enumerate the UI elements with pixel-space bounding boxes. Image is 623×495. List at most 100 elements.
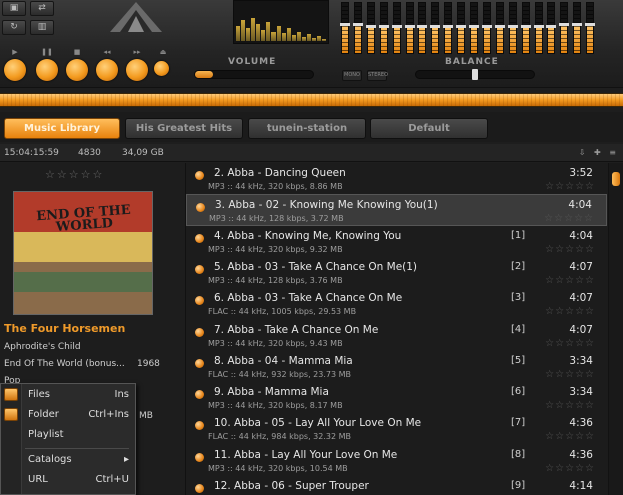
eq-band-slider[interactable] bbox=[443, 2, 454, 54]
eq-band-slider[interactable] bbox=[585, 2, 596, 54]
track-duration: 4:07 bbox=[569, 323, 593, 336]
track-duration: 4:36 bbox=[569, 448, 593, 461]
menu-item-label: URL bbox=[28, 474, 48, 485]
track-status-icon bbox=[195, 421, 204, 431]
track-index: [7] bbox=[511, 417, 526, 429]
track-duration: 4:04 bbox=[569, 229, 593, 242]
playlist-row[interactable]: 8. Abba - 04 - Mamma Mia FLAC :: 44 kHz, … bbox=[186, 351, 607, 382]
playlist-row[interactable]: 7. Abba - Take A Chance On Me MP3 :: 44 k… bbox=[186, 320, 607, 351]
track-rating[interactable]: ☆☆☆☆☆ bbox=[545, 431, 595, 442]
track-status-icon bbox=[195, 171, 204, 180]
tab-his-greatest-hits[interactable]: His Greatest Hits bbox=[125, 118, 243, 139]
artist-name: The Four Horsemen bbox=[4, 322, 126, 335]
tab-music-library[interactable]: Music Library bbox=[4, 118, 120, 139]
pause-button[interactable] bbox=[36, 59, 58, 81]
eq-band-slider[interactable] bbox=[456, 2, 467, 54]
track-duration: 3:34 bbox=[569, 354, 593, 367]
track-rating[interactable]: ☆☆☆☆☆ bbox=[544, 213, 594, 224]
open-button[interactable] bbox=[154, 61, 169, 76]
track-status-icon bbox=[195, 390, 204, 400]
eq-band-slider[interactable] bbox=[391, 2, 402, 54]
next-button[interactable] bbox=[126, 59, 148, 81]
playlist-tools-icon[interactable]: ⇩ ✚ ≡ bbox=[579, 144, 619, 162]
previous-button[interactable] bbox=[96, 59, 118, 81]
album-rating[interactable]: ☆☆☆☆☆ bbox=[45, 168, 104, 181]
playlist-scrollbar[interactable] bbox=[608, 163, 623, 495]
pause-glyph-icon: ❚❚ bbox=[41, 48, 53, 56]
play-button[interactable] bbox=[4, 59, 26, 81]
shuffle-icon[interactable]: ⇄ bbox=[30, 1, 54, 16]
menu-shortcut: Ctrl+Ins bbox=[88, 409, 129, 420]
playlist-row[interactable]: 6. Abba - 03 - Take A Chance On Me FLAC :… bbox=[186, 288, 607, 319]
track-rating[interactable]: ☆☆☆☆☆ bbox=[545, 275, 595, 286]
menu-item-folder[interactable]: Folder Ctrl+Ins bbox=[1, 405, 135, 425]
eq-band-slider[interactable] bbox=[520, 2, 531, 54]
eq-band-slider[interactable] bbox=[365, 2, 376, 54]
spectrum-analyzer bbox=[233, 0, 329, 44]
eq-band-slider[interactable] bbox=[378, 2, 389, 54]
track-meta: FLAC :: 44 kHz, 1005 kbps, 29.53 MB bbox=[208, 307, 357, 317]
balance-knob[interactable] bbox=[472, 69, 478, 80]
eq-band-slider[interactable] bbox=[559, 2, 570, 54]
eq-band-slider[interactable] bbox=[469, 2, 479, 54]
menu-item-catalogs[interactable]: Catalogs ▸ bbox=[1, 450, 135, 470]
menu-item-url[interactable]: URL Ctrl+U bbox=[1, 470, 135, 490]
eq-band-slider[interactable] bbox=[352, 2, 363, 54]
track-title: 3. Abba - 02 - Knowing Me Knowing You(1) bbox=[215, 199, 438, 212]
track-title: 7. Abba - Take A Chance On Me bbox=[214, 323, 379, 336]
track-duration: 4:07 bbox=[569, 260, 593, 273]
eq-band-slider[interactable] bbox=[417, 2, 428, 54]
playlist-row[interactable]: 5. Abba - 03 - Take A Chance On Me(1) MP3… bbox=[186, 257, 607, 288]
repeat-icon[interactable]: ↻ bbox=[2, 20, 26, 35]
track-rating[interactable]: ☆☆☆☆☆ bbox=[545, 306, 595, 317]
track-meta: MP3 :: 44 kHz, 128 kbps, 3.72 MB bbox=[209, 214, 344, 224]
eq-band-slider[interactable] bbox=[546, 2, 557, 54]
track-duration: 4:04 bbox=[568, 199, 592, 212]
next-glyph-icon: ▸▸ bbox=[133, 48, 141, 56]
menu-item-files[interactable]: Files Ins bbox=[1, 385, 135, 405]
playlist-row[interactable]: 2. Abba - Dancing Queen MP3 :: 44 kHz, 32… bbox=[186, 163, 607, 194]
mono-toggle[interactable]: MONO bbox=[342, 70, 362, 81]
eq-band-slider[interactable] bbox=[533, 2, 544, 54]
track-meta: FLAC :: 44 kHz, 932 kbps, 23.73 MB bbox=[208, 369, 351, 379]
tab-tunein-station[interactable]: tunein-station bbox=[248, 118, 366, 139]
menu-item-playlist[interactable]: Playlist bbox=[1, 425, 135, 445]
track-rating[interactable]: ☆☆☆☆☆ bbox=[545, 400, 595, 411]
playlist-row[interactable]: 3. Abba - 02 - Knowing Me Knowing You(1)… bbox=[186, 194, 607, 226]
eq-band-slider[interactable] bbox=[481, 2, 492, 54]
playlist-row[interactable]: 12. Abba - 06 - Super Trouper[9]4:14☆☆☆☆… bbox=[186, 476, 607, 495]
track-status-icon bbox=[195, 327, 204, 337]
eq-band-slider[interactable] bbox=[507, 2, 518, 54]
volume-slider[interactable] bbox=[194, 70, 314, 79]
tab-default[interactable]: Default bbox=[370, 118, 488, 139]
playlist-row[interactable]: 11. Abba - Lay All Your Love On Me MP3 ::… bbox=[186, 445, 607, 476]
track-index: [2] bbox=[511, 260, 526, 272]
submenu-arrow-icon: ▸ bbox=[123, 454, 129, 465]
balance-slider[interactable] bbox=[415, 69, 535, 80]
track-duration: 4:14 bbox=[569, 480, 593, 492]
playlist-row[interactable]: 9. Abba - Mamma Mia MP3 :: 44 kHz, 320 kb… bbox=[186, 382, 607, 413]
track-rating[interactable]: ☆☆☆☆☆ bbox=[545, 244, 595, 255]
playlist-status-bar: 15:04:15:59 4830 34,09 GB ⇩ ✚ ≡ bbox=[0, 144, 623, 162]
eq-band-slider[interactable] bbox=[430, 2, 441, 54]
track-rating[interactable]: ☆☆☆☆☆ bbox=[545, 338, 595, 349]
track-count: 4830 bbox=[78, 148, 101, 158]
eq-band-slider[interactable] bbox=[404, 2, 415, 54]
stop-button[interactable] bbox=[66, 59, 88, 81]
add-context-menu: Files Ins Folder Ctrl+Ins Playlist Catal… bbox=[0, 383, 136, 495]
scrollbar-thumb[interactable] bbox=[612, 172, 620, 186]
equalizer-icon[interactable]: ▥ bbox=[30, 20, 54, 35]
eq-band-slider[interactable] bbox=[494, 2, 505, 54]
track-rating[interactable]: ☆☆☆☆☆ bbox=[545, 463, 595, 474]
stereo-toggle[interactable]: STEREO bbox=[367, 70, 388, 81]
eq-band-slider[interactable] bbox=[572, 2, 583, 54]
seek-bar[interactable] bbox=[0, 93, 623, 107]
playlist-row[interactable]: 10. Abba - 05 - Lay All Your Love On Me F… bbox=[186, 413, 607, 444]
balance-label: BALANCE bbox=[445, 57, 499, 67]
track-rating[interactable]: ☆☆☆☆☆ bbox=[545, 369, 595, 380]
prefs-icon[interactable]: ▣ bbox=[2, 1, 26, 16]
track-rating[interactable]: ☆☆☆☆☆ bbox=[545, 181, 595, 192]
playlist-row[interactable]: 4. Abba - Knowing Me, Knowing You MP3 :: … bbox=[186, 226, 607, 257]
eq-band-slider[interactable] bbox=[340, 2, 350, 54]
album-year: 1968 bbox=[137, 359, 160, 369]
